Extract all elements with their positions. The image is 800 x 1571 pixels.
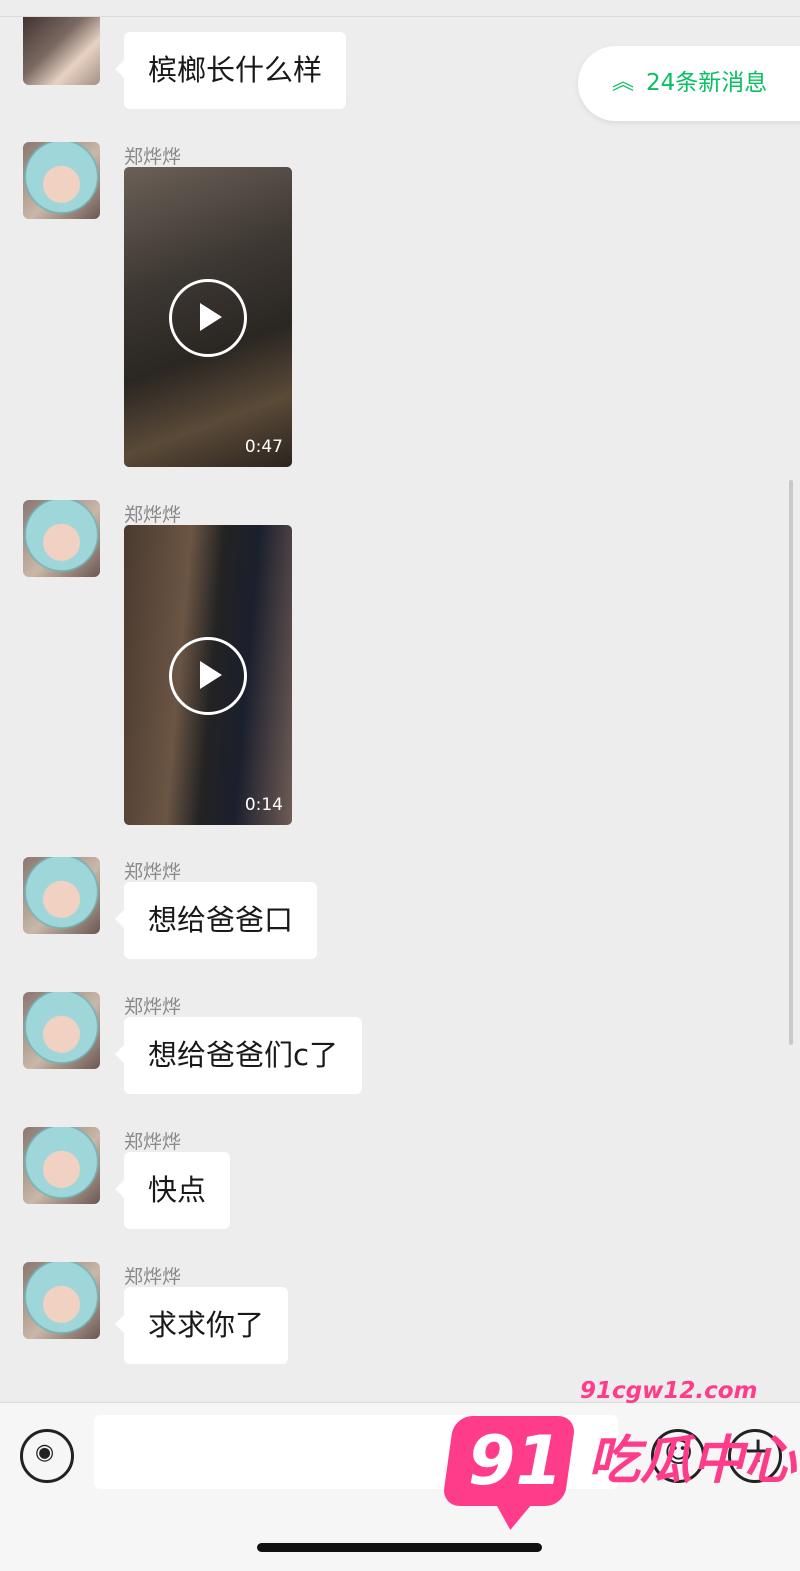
video-duration: 0:47 — [244, 437, 283, 457]
sender-name: 郑烨烨 — [124, 1266, 182, 1288]
text-bubble[interactable]: 想给爸爸们c了 — [115, 1017, 362, 1094]
avatar[interactable] — [23, 992, 100, 1069]
avatar[interactable] — [23, 142, 100, 219]
video-message[interactable]: 0:14 — [124, 525, 292, 825]
avatar[interactable] — [23, 1262, 100, 1339]
avatar[interactable] — [23, 857, 100, 934]
text-bubble[interactable]: 快点 — [114, 1152, 231, 1229]
video-message[interactable]: 0:47 — [124, 167, 292, 467]
avatar[interactable] — [23, 500, 100, 577]
top-edge — [0, 0, 800, 17]
avatar[interactable] — [23, 1127, 100, 1204]
double-chevron-up-icon: ︽ — [612, 70, 635, 95]
new-messages-button[interactable]: ︽ 24条新消息 — [578, 46, 800, 121]
sender-name: 郑烨烨 — [124, 146, 182, 168]
text-bubble[interactable]: 想给爸爸口 — [114, 882, 318, 959]
new-messages-label: 24条新消息 — [646, 70, 768, 96]
home-indicator — [257, 1543, 542, 1552]
play-icon[interactable] — [169, 637, 247, 715]
sender-name: 郑烨烨 — [124, 504, 182, 526]
voice-icon[interactable] — [20, 1429, 74, 1483]
sender-name: 郑烨烨 — [124, 861, 182, 883]
avatar[interactable] — [23, 8, 100, 85]
sender-name: 郑烨烨 — [124, 1131, 182, 1153]
watermark-number: 91 — [468, 1422, 563, 1501]
watermark: 91 91cgw12.com 吃瓜中心 — [441, 1378, 796, 1528]
text-bubble[interactable]: 求求你了 — [114, 1287, 289, 1364]
watermark-name: 吃瓜中心 — [588, 1431, 797, 1491]
video-duration: 0:14 — [244, 795, 283, 815]
text-bubble[interactable]: 槟榔长什么样 — [114, 32, 347, 109]
sender-name: 郑烨烨 — [124, 996, 182, 1018]
watermark-domain: 91cgw12.com — [580, 1378, 758, 1404]
scrollbar[interactable] — [789, 480, 793, 1045]
play-icon[interactable] — [169, 279, 247, 357]
